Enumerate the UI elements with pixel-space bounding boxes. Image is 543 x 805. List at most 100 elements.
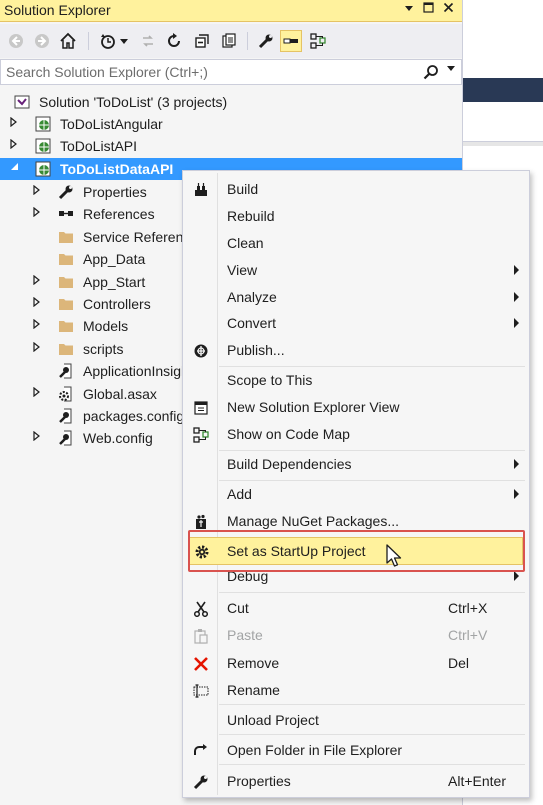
tree-solution-row[interactable]: Solution 'ToDoList' (3 projects) [0, 91, 462, 113]
menu-item-cut[interactable]: Cut Ctrl+X [185, 595, 527, 621]
tree-item-label: References [83, 206, 155, 222]
submenu-arrow-icon [514, 318, 519, 328]
menu-item-shortcut: Ctrl+V [448, 627, 488, 643]
expand-arrow-icon[interactable] [33, 274, 43, 289]
menu-item-rename[interactable]: Rename [185, 677, 527, 703]
menu-item-open-folder-in-file-explorer[interactable]: Open Folder in File Explorer [185, 737, 527, 763]
menu-item-view[interactable]: View [185, 257, 527, 283]
code-map-icon [192, 426, 210, 444]
tree-item-label: packages.config [83, 408, 185, 424]
mouse-cursor-icon [385, 543, 403, 572]
menu-separator [219, 704, 525, 705]
menu-item-label: Show on Code Map [227, 426, 350, 442]
menu-item-label: Publish... [227, 342, 285, 358]
references-icon [58, 206, 74, 222]
expand-arrow-icon[interactable] [10, 138, 20, 153]
expand-arrow-icon[interactable] [33, 386, 43, 401]
folder-icon [58, 341, 74, 357]
toolbar-separator [247, 32, 248, 50]
class-view-icon[interactable] [307, 30, 329, 52]
menu-item-label: Build Dependencies [227, 456, 352, 472]
menu-item-remove[interactable]: Remove Del [185, 650, 527, 676]
menu-item-publish[interactable]: Publish... [185, 337, 527, 363]
back-icon[interactable] [5, 30, 27, 52]
expand-arrow-icon[interactable] [33, 206, 43, 221]
sync-icon[interactable] [137, 30, 159, 52]
editor-tab-bar [463, 78, 543, 102]
menu-item-convert[interactable]: Convert [185, 310, 527, 336]
window-title: Solution Explorer [4, 2, 111, 18]
refresh-icon[interactable] [163, 30, 185, 52]
search-box[interactable]: Search Solution Explorer (Ctrl+;) [0, 59, 462, 85]
close-icon[interactable] [440, 2, 456, 18]
tree-item-label: scripts [83, 341, 124, 357]
search-icon[interactable] [423, 64, 439, 83]
menu-item-build[interactable]: Build [185, 176, 527, 202]
search-options-dropdown-icon[interactable] [447, 64, 455, 74]
menu-item-paste[interactable]: Paste Ctrl+V [185, 622, 527, 648]
globe-project-icon [35, 116, 51, 132]
expand-arrow-icon[interactable] [33, 430, 43, 445]
menu-item-properties[interactable]: Properties Alt+Enter [185, 768, 527, 794]
editor-divider [463, 142, 543, 146]
expand-arrow-icon[interactable] [33, 296, 43, 311]
menu-item-analyze[interactable]: Analyze [185, 284, 527, 310]
collapse-arrow-icon[interactable] [10, 162, 20, 176]
menu-item-label: Scope to This [227, 372, 313, 388]
nuget-icon [192, 513, 210, 531]
search-input[interactable]: Search Solution Explorer (Ctrl+;) [6, 64, 208, 80]
menu-item-new-solution-explorer-view[interactable]: New Solution Explorer View [185, 394, 527, 420]
tree-item-todolistangular[interactable]: ToDoListAngular [0, 113, 462, 135]
global-asax-icon [58, 386, 74, 402]
menu-item-label: Open Folder in File Explorer [227, 742, 403, 758]
menu-item-label: Cut [227, 600, 249, 616]
properties-wrench-icon[interactable] [255, 30, 277, 52]
preview-selected-icon[interactable] [280, 30, 302, 52]
maximize-icon[interactable] [420, 2, 436, 18]
submenu-arrow-icon [514, 489, 519, 499]
show-all-files-icon[interactable] [218, 30, 240, 52]
menu-item-add[interactable]: Add [185, 481, 527, 507]
toolbar-separator [88, 32, 89, 50]
window-position-dropdown-icon[interactable] [401, 2, 417, 18]
menu-item-label: Properties [227, 773, 291, 789]
menu-item-label: Convert [227, 315, 277, 331]
submenu-arrow-icon [514, 292, 519, 302]
toolbar [0, 24, 462, 58]
tree-item-label: Properties [83, 184, 147, 200]
tree-item-label: ToDoListAPI [60, 138, 138, 154]
folder-icon [58, 251, 74, 267]
submenu-arrow-icon [514, 265, 519, 275]
menu-item-clean[interactable]: Clean [185, 230, 527, 256]
menu-item-show-on-code-map[interactable]: Show on Code Map [185, 421, 527, 447]
config-icon [58, 430, 74, 446]
menu-item-label: Add [227, 486, 252, 502]
expand-arrow-icon[interactable] [10, 116, 20, 131]
tree-item-todolistapi[interactable]: ToDoListAPI [0, 135, 462, 157]
history-icon[interactable] [97, 30, 119, 52]
menu-item-label: Remove [227, 655, 280, 671]
menu-item-label: Rename [227, 682, 280, 698]
menu-item-unload-project[interactable]: Unload Project [185, 707, 527, 733]
home-icon[interactable] [57, 30, 79, 52]
expand-arrow-icon[interactable] [33, 184, 43, 199]
title-bar[interactable]: Solution Explorer [0, 0, 462, 22]
history-dropdown-icon[interactable] [118, 30, 130, 52]
wrench-icon [58, 184, 74, 200]
menu-separator [219, 764, 525, 765]
menu-item-rebuild[interactable]: Rebuild [185, 203, 527, 229]
collapse-all-icon[interactable] [191, 30, 213, 52]
scissors-icon [192, 600, 210, 618]
new-view-icon [192, 399, 210, 417]
expand-arrow-icon[interactable] [33, 341, 43, 356]
expand-arrow-icon[interactable] [33, 318, 43, 333]
menu-item-label: Clean [227, 235, 264, 251]
menu-item-build-dependencies[interactable]: Build Dependencies [185, 451, 527, 477]
forward-icon[interactable] [31, 30, 53, 52]
menu-separator [219, 592, 525, 593]
menu-item-label: New Solution Explorer View [227, 399, 400, 415]
tree-item-label: Global.asax [83, 386, 157, 402]
menu-item-scope-to-this[interactable]: Scope to This [185, 367, 527, 393]
menu-item-shortcut: Del [448, 655, 470, 671]
menu-item-label: View [227, 262, 258, 278]
